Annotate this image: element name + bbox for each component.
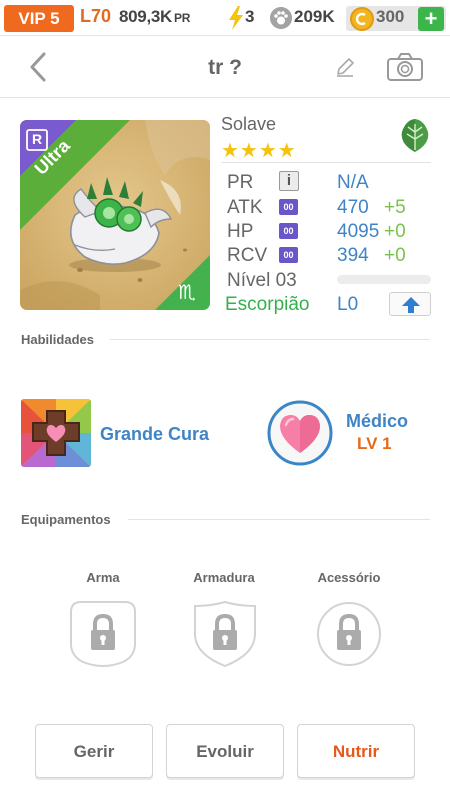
coin-icon xyxy=(350,7,374,31)
pr-value: N/A xyxy=(337,172,369,193)
zodiac-name[interactable]: Escorpião xyxy=(225,294,310,316)
star-rating: ★★★★ xyxy=(221,140,297,162)
hp-badge: 00 xyxy=(279,223,298,239)
armor-label: Armadura xyxy=(193,570,255,585)
paw-icon xyxy=(270,7,292,29)
skill-name[interactable]: Grande Cura xyxy=(100,424,209,445)
camera-icon[interactable] xyxy=(386,52,424,82)
rank-badge: R xyxy=(31,131,43,147)
coin-count: 300 xyxy=(376,7,405,26)
rcv-label: RCV xyxy=(227,245,268,266)
rcv-value: 394 xyxy=(337,245,369,266)
weapon-slot[interactable] xyxy=(69,600,137,668)
info-button[interactable]: i xyxy=(279,171,299,191)
add-coins-button[interactable]: + xyxy=(418,7,444,31)
energy-count: 3 xyxy=(245,7,255,26)
accessory-label: Acessório xyxy=(317,570,381,585)
name-divider xyxy=(221,162,431,163)
equipment-divider xyxy=(128,519,430,520)
paw-count: 209K xyxy=(294,7,335,26)
lightning-icon xyxy=(229,6,243,30)
accessory-slot[interactable] xyxy=(315,600,383,668)
equipment-section-title: Equipamentos xyxy=(21,512,111,527)
atk-value: 470 xyxy=(337,197,369,218)
zodiac-badge-icon: ♏ xyxy=(178,282,196,304)
pr-label: PR xyxy=(227,172,254,193)
rcv-badge: 00 xyxy=(279,247,298,263)
hp-value: 4095 xyxy=(337,221,380,242)
pr-amount: 809,3K xyxy=(119,7,173,26)
abilities-divider xyxy=(110,339,430,340)
level-progress-bar xyxy=(337,275,431,284)
pr-unit: PR xyxy=(174,11,191,25)
atk-bonus: +5 xyxy=(384,197,406,218)
heart-icon[interactable] xyxy=(266,399,334,467)
player-level: L70 xyxy=(80,6,112,26)
pencil-icon[interactable] xyxy=(334,56,356,78)
hp-bonus: +0 xyxy=(384,221,406,242)
weapon-label: Arma xyxy=(86,570,120,585)
arrow-up-icon xyxy=(402,297,420,313)
atk-badge: 00 xyxy=(279,199,298,215)
manage-button[interactable]: Gerir xyxy=(35,724,153,778)
evolve-button[interactable]: Evoluir xyxy=(166,724,284,778)
zodiac-upgrade-button[interactable] xyxy=(389,292,431,316)
vip-badge[interactable]: VIP 5 xyxy=(4,5,74,32)
page-header: tr ? xyxy=(0,36,450,98)
leader-skill-name[interactable]: Médico xyxy=(346,411,408,432)
feed-button[interactable]: Nutrir xyxy=(297,724,415,778)
atk-label: ATK xyxy=(227,197,263,218)
leader-skill-level: LV 1 xyxy=(357,434,392,453)
level-label: Nível 03 xyxy=(227,270,297,291)
leaf-element-icon xyxy=(401,119,429,152)
skill-icon[interactable] xyxy=(21,399,91,467)
armor-slot[interactable] xyxy=(191,600,259,668)
hp-label: HP xyxy=(227,221,254,242)
rcv-bonus: +0 xyxy=(384,245,406,266)
status-bar: VIP 5 L70 809,3K PR 3 209K 300 + xyxy=(0,0,450,36)
page-title[interactable]: tr ? xyxy=(0,56,450,80)
pr-amount-display: 809,3K PR xyxy=(119,7,190,27)
monster-name: Solave xyxy=(221,114,277,134)
abilities-section-title: Habilidades xyxy=(21,332,94,347)
zodiac-level: L0 xyxy=(337,294,359,315)
